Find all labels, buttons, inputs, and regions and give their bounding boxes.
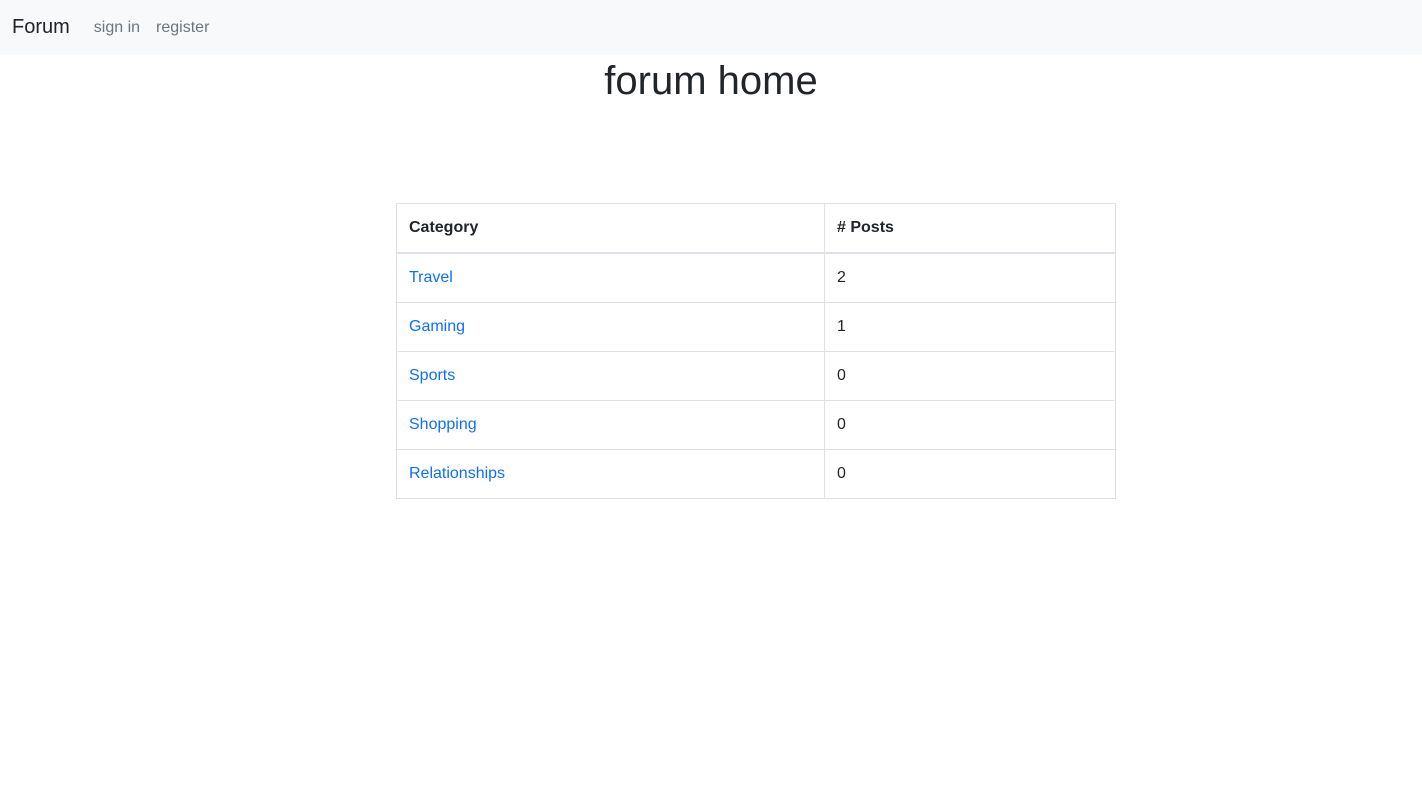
post-count-cell: 0 <box>824 400 1116 450</box>
post-count-cell: 0 <box>824 449 1116 499</box>
sign-in-link[interactable]: sign in <box>94 19 140 37</box>
table-header-row: Category # Posts <box>396 203 1116 254</box>
navbar: Forum sign in register <box>0 0 1422 55</box>
category-column-header: Category <box>396 203 825 254</box>
table-row: Travel 2 <box>396 252 1116 303</box>
category-cell: Travel <box>396 252 825 303</box>
register-link[interactable]: register <box>156 19 209 37</box>
post-count-cell: 2 <box>824 252 1116 303</box>
category-cell: Gaming <box>396 302 825 352</box>
category-cell: Shopping <box>396 400 825 450</box>
table-row: Gaming 1 <box>396 302 1116 352</box>
table-row: Relationships 0 <box>396 449 1116 499</box>
category-link-gaming[interactable]: Gaming <box>409 318 465 335</box>
post-count-cell: 0 <box>824 351 1116 401</box>
category-table-container: Category # Posts Travel 2 Gaming 1 Sport… <box>396 203 1116 499</box>
category-cell: Sports <box>396 351 825 401</box>
category-link-shopping[interactable]: Shopping <box>409 416 477 433</box>
table-row: Sports 0 <box>396 351 1116 401</box>
category-link-relationships[interactable]: Relationships <box>409 465 505 482</box>
post-count-cell: 1 <box>824 302 1116 352</box>
posts-column-header: # Posts <box>824 203 1116 254</box>
page-title: forum home <box>604 59 818 103</box>
category-link-travel[interactable]: Travel <box>409 269 453 286</box>
category-cell: Relationships <box>396 449 825 499</box>
brand-link[interactable]: Forum <box>12 16 70 39</box>
table-row: Shopping 0 <box>396 400 1116 450</box>
category-link-sports[interactable]: Sports <box>409 367 455 384</box>
category-table: Category # Posts Travel 2 Gaming 1 Sport… <box>396 203 1116 499</box>
